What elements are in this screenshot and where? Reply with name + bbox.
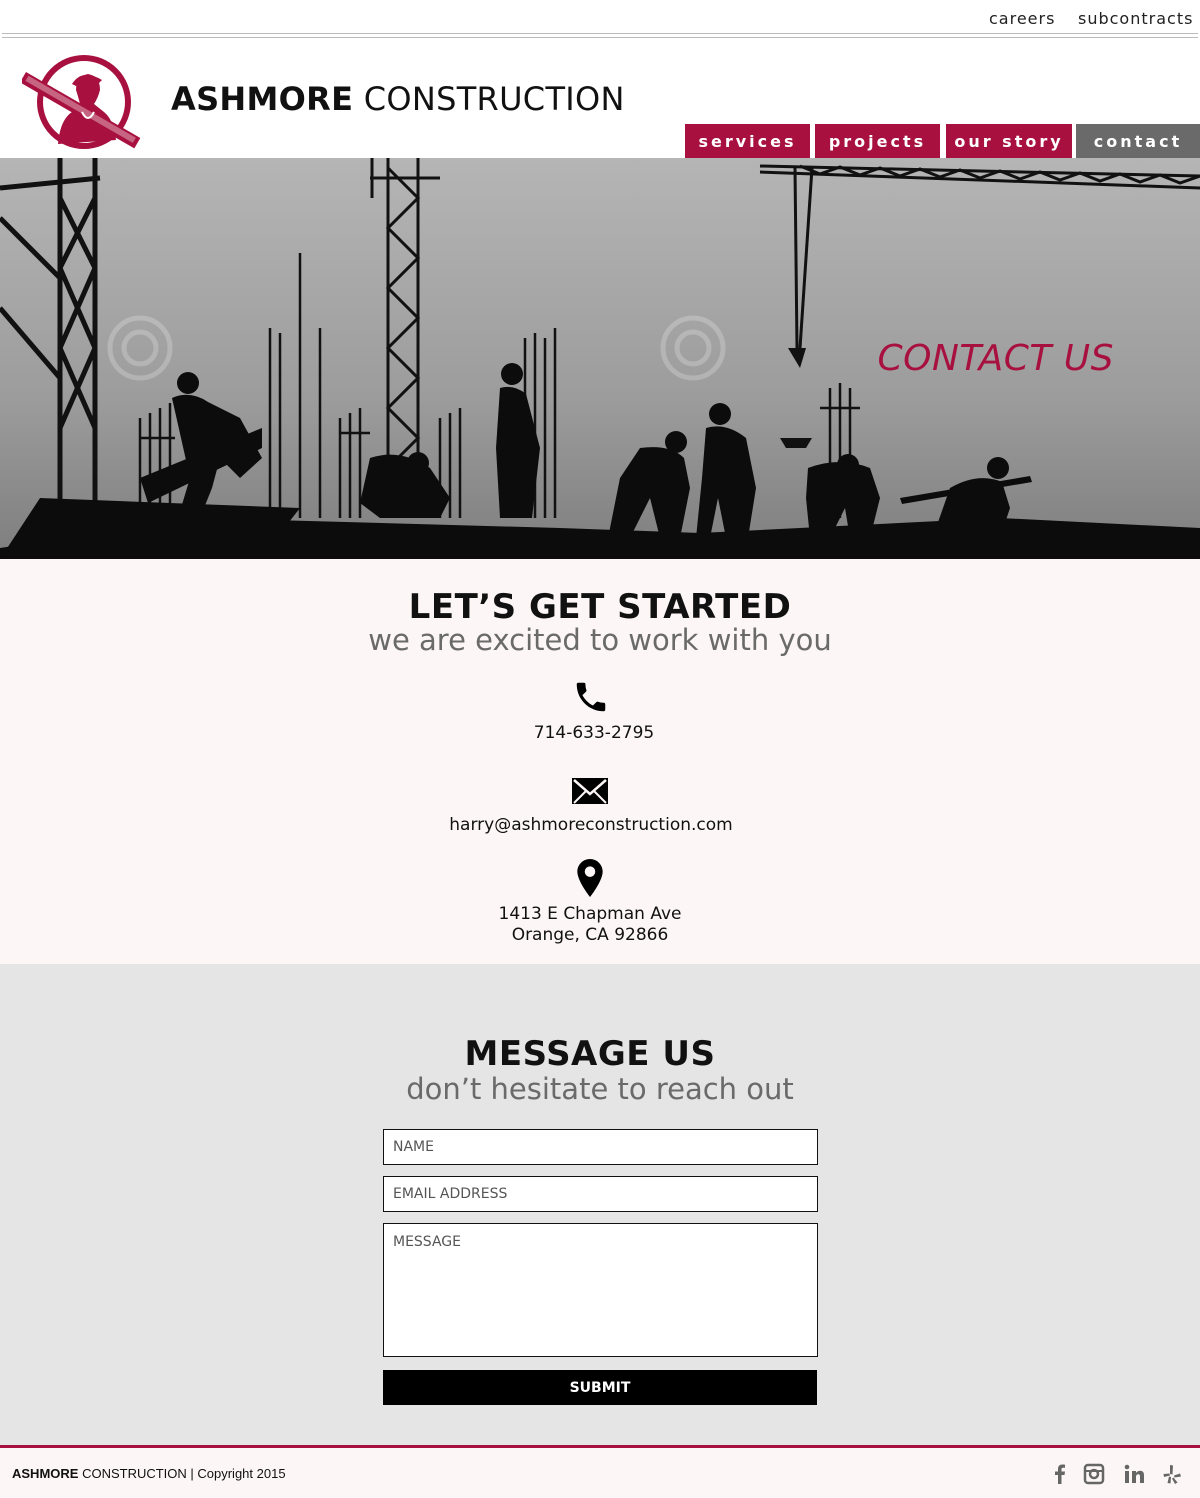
envelope-icon (572, 778, 608, 804)
subcontracts-link[interactable]: subcontracts (1078, 9, 1193, 28)
contact-info-section: LET’S GET STARTED we are excited to work… (0, 559, 1200, 964)
nav-projects[interactable]: projects (815, 124, 940, 158)
message-form-section: MESSAGE US don’t hesitate to reach out N… (0, 964, 1200, 1445)
yelp-icon[interactable] (1161, 1463, 1183, 1485)
footer-brand-rest: CONSTRUCTION | Copyright 2015 (78, 1466, 286, 1481)
brand-name-bold: ASHMORE (171, 80, 354, 118)
footer: ASHMORE CONSTRUCTION | Copyright 2015 (0, 1445, 1200, 1498)
utility-bar: careers subcontracts (0, 0, 1200, 34)
email-field[interactable]: EMAIL ADDRESS (383, 1176, 818, 1212)
facebook-icon[interactable] (1049, 1463, 1071, 1485)
careers-link[interactable]: careers (989, 9, 1055, 28)
header-divider (2, 33, 1198, 34)
phone-icon (576, 682, 606, 712)
message-field[interactable]: MESSAGE (383, 1223, 818, 1357)
nav-our-story[interactable]: our story (946, 124, 1072, 158)
hero-banner: CONTACT US (0, 158, 1200, 559)
footer-brand-bold: ASHMORE (12, 1466, 79, 1481)
instagram-icon[interactable] (1083, 1463, 1105, 1485)
map-pin-icon (577, 859, 603, 897)
submit-button[interactable]: SUBMIT (383, 1370, 817, 1405)
footer-copyright: ASHMORE CONSTRUCTION | Copyright 2015 (12, 1466, 286, 1481)
section-title: LET’S GET STARTED (408, 587, 792, 627)
nav-services[interactable]: services (685, 124, 810, 158)
hero-title: CONTACT US (877, 338, 1114, 379)
address-line-1: 1413 E Chapman Ave (498, 904, 682, 924)
header-divider (2, 37, 1198, 38)
phone-number[interactable]: 714-633-2795 (0, 723, 1194, 744)
address-line-2: Orange, CA 92866 (511, 925, 669, 945)
nav-contact[interactable]: contact (1076, 124, 1200, 158)
section-title: MESSAGE US (464, 1034, 716, 1074)
section-subtitle: we are excited to work with you (368, 623, 832, 657)
brand-name-light: CONSTRUCTION (353, 80, 625, 118)
email-address[interactable]: harry@ashmoreconstruction.com (0, 815, 1191, 836)
name-field[interactable]: NAME (383, 1129, 818, 1165)
linkedin-icon[interactable] (1124, 1463, 1146, 1485)
company-logo[interactable] (22, 54, 158, 150)
section-subtitle: don’t hesitate to reach out (406, 1072, 794, 1106)
brand-name[interactable]: ASHMORE CONSTRUCTION (171, 80, 625, 118)
